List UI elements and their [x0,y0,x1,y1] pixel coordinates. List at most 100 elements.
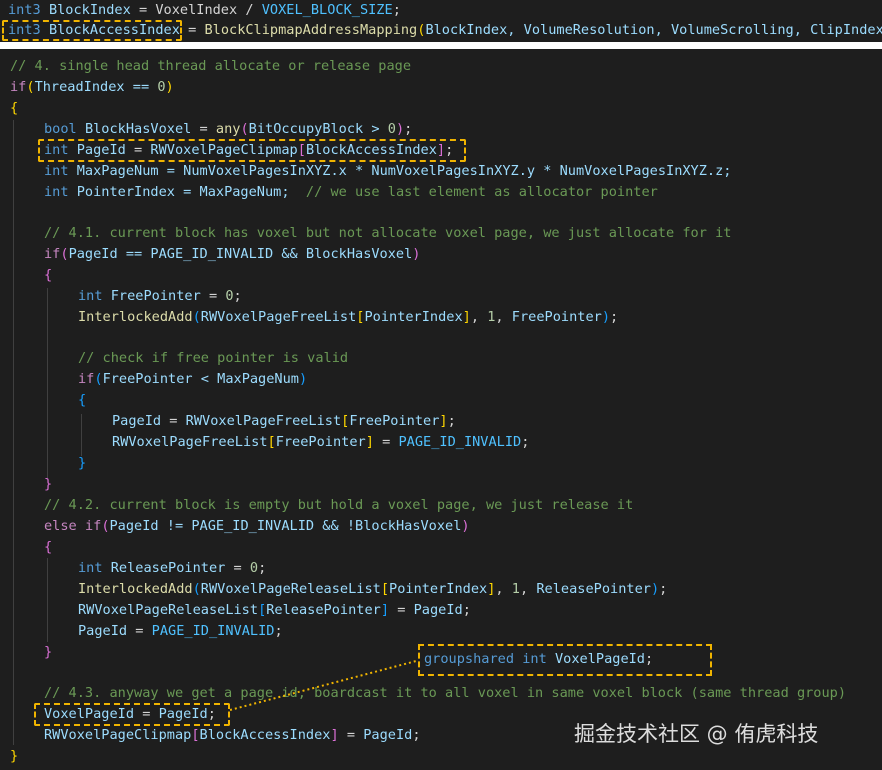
code-line: RWVoxelPageReleaseList[ReleasePointer] =… [78,602,471,618]
number: 0 [387,121,396,137]
code-line: InterlockedAdd(RWVoxelPageFreeList[Point… [78,309,619,325]
number: 0 [249,560,259,576]
keyword-bool: bool [44,121,77,137]
code-line: // check if free pointer is valid [78,348,348,368]
brace: } [10,748,19,764]
var: RWVoxelPageReleaseList [200,581,381,597]
fn-any: any [215,121,241,137]
decl: MaxPageNum = NumVoxelPagesInXYZ.x * NumV… [76,163,732,179]
code-line: // 4.1. current block has voxel but not … [44,223,731,243]
indent-guide [47,558,48,642]
highlight-page-id [38,139,466,162]
semicolon: ; [392,2,401,18]
code-line: PageId = PAGE_ID_INVALID; [78,623,283,639]
header-code-pane: int3 BlockIndex = VoxelIndex / VOXEL_BLO… [0,0,882,42]
keyword-int: int [78,560,103,576]
condition: PageId != PAGE_ID_INVALID && !BlockHasVo… [109,518,462,534]
code-line: // 4.3. anyway we get a page id, boardca… [44,683,846,703]
comment: // check if free pointer is valid [78,350,349,366]
var-block-index: BlockIndex [48,2,131,18]
keyword-int: int [44,163,69,179]
keyword-groupshared: groupshared [424,651,515,667]
brace: } [78,455,87,471]
condition: ThreadIndex == [34,79,158,95]
var: RWVoxelPageClipmap [44,727,192,743]
code-line: } [10,746,18,766]
comment: // we use last element as allocator poin… [305,184,658,200]
var: PageId [413,602,463,618]
code-line: // 4.2. current block is empty but hold … [44,495,633,515]
code-line: InterlockedAdd(RWVoxelPageReleaseList[Po… [78,581,668,597]
code-line: { [44,537,52,557]
code-line: { [44,265,52,285]
condition: FreePointer < MaxPageNum [102,371,299,387]
callout-groupshared: groupshared int VoxelPageId; [418,644,712,676]
code-line: int FreePointer = 0; [78,288,242,304]
fn-interlocked-add: InterlockedAdd [78,581,193,597]
var: RWVoxelPageFreeList [185,413,342,429]
code-line: if(PageId == PAGE_ID_INVALID && BlockHas… [44,246,421,262]
var: ReleasePointer [110,560,226,576]
var: PointerIndex [389,581,488,597]
fn-interlocked-add: InterlockedAdd [78,309,193,325]
comment: // 4.3. anyway we get a page id, boardca… [44,685,847,701]
brace: { [44,267,53,283]
var: PageId [363,727,413,743]
var: BlockHasVoxel [84,121,192,137]
code-line: { [78,390,86,410]
watermark: 掘金技术社区 @ 侑虎科技 [574,722,819,746]
args: BlockIndex, VolumeResolution, VolumeScro… [425,22,882,38]
code-line: RWVoxelPageClipmap[BlockAccessIndex] = P… [44,727,421,743]
number: 0 [225,288,234,304]
brace: { [10,100,19,116]
var: FreePointer [349,413,440,429]
var: PointerIndex [364,309,463,325]
var: RWVoxelPageFreeList [112,434,268,450]
comment: // 4.2. current block is empty but hold … [44,497,634,513]
brace: } [44,476,53,492]
var: ReleasePointer [536,581,651,597]
comment: // 4. single head thread allocate or rel… [10,58,412,74]
fn-block-clipmap-address-mapping: BlockClipmapAddressMapping [204,22,418,38]
condition: PageId == PAGE_ID_INVALID && BlockHasVox… [68,246,413,262]
indent-guide [81,414,82,456]
code-line: } [44,642,52,662]
keyword-if: if [10,79,27,95]
code-line: bool BlockHasVoxel = any(BitOccupyBlock … [44,121,413,137]
code-line: int PointerIndex = MaxPageNum; // we use… [44,182,658,202]
expr: BitOccupyBlock > [248,121,388,137]
expr: = VoxelIndex / [130,2,262,18]
var: ReleasePointer [266,602,381,618]
macro-voxel-block-size: VOXEL_BLOCK_SIZE [261,2,393,18]
brace: { [44,539,53,555]
code-line: { [10,98,18,118]
var: RWVoxelPageFreeList [200,309,357,325]
code-line: if(ThreadIndex == 0) [10,79,174,95]
indent-guide [13,120,14,745]
brace: } [44,644,53,660]
decl: PointerIndex = MaxPageNum; [76,184,290,200]
code-line: RWVoxelPageFreeList[FreePointer] = PAGE_… [112,434,530,450]
code-line-block-index: int3 BlockIndex = VoxelIndex / VOXEL_BLO… [8,0,401,20]
pane-divider [0,42,882,49]
macro: PAGE_ID_INVALID [398,434,522,450]
keyword-int: int [44,184,69,200]
keyword-else: else [44,518,77,534]
code-line: else if(PageId != PAGE_ID_INVALID && !Bl… [44,518,470,534]
var: FreePointer [110,288,201,304]
code-line: int ReleasePointer = 0; [78,560,267,576]
code-line: PageId = RWVoxelPageFreeList[FreePointer… [112,413,456,429]
comment: // 4.1. current block has voxel but not … [44,225,732,241]
assign: = [179,22,205,38]
var: FreePointer [275,434,366,450]
keyword-if: if [78,371,95,387]
keyword-int: int [522,651,547,667]
var: RWVoxelPageReleaseList [78,602,259,618]
var: PageId [78,623,128,639]
code-line: // 4. single head thread allocate or rel… [10,56,411,76]
code-line: } [44,474,52,494]
highlight-voxel-page-id [34,703,230,726]
indent-guide [47,288,48,478]
brace: { [78,392,87,408]
semicolon: ; [645,651,654,667]
